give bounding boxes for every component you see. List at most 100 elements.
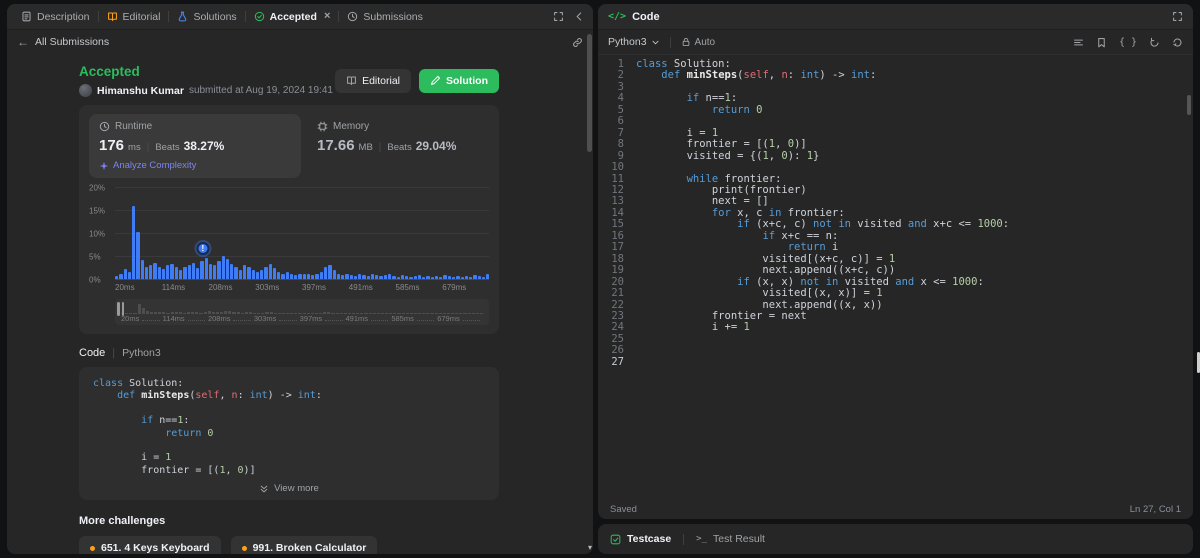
tab-divider — [168, 11, 170, 22]
editor-header: </> Code — [598, 4, 1193, 30]
analyze-label: Analyze Complexity — [113, 160, 197, 171]
code-line: if n==1: — [141, 415, 190, 427]
y-tick: 20% — [89, 183, 106, 193]
code-lang: Python3 — [122, 347, 161, 359]
code-preview-card: class Solution: def minSteps(self, n: in… — [79, 367, 499, 501]
chart-x-labels: 20ms 114ms 208ms 303ms 397ms 491ms 585ms 679ms — [115, 283, 467, 292]
left-scrollbar-thumb[interactable] — [587, 34, 592, 152]
code-line: 26 — [611, 344, 624, 357]
accepted-icon — [254, 11, 264, 22]
close-icon[interactable]: × — [324, 11, 330, 22]
memory-beats: 29.04% — [415, 139, 457, 153]
tab-label: Description — [37, 10, 90, 23]
beats-label: Beats — [155, 142, 180, 153]
avatar[interactable] — [79, 84, 92, 97]
range-slider[interactable]: 20ms 114ms 208ms 303ms 397ms 491ms 585ms 679ms — [115, 299, 489, 325]
sparkle-icon — [99, 161, 109, 170]
save-status: Saved — [610, 503, 637, 515]
code-section-header: Code | Python3 — [79, 347, 161, 359]
code-brackets-icon: </> — [608, 11, 627, 22]
tab-testcase[interactable]: Testcase — [610, 533, 671, 545]
bookmark-icon[interactable] — [1096, 37, 1107, 48]
tab-label: Submissions — [363, 10, 423, 23]
preview-code: class Solution: def minSteps(self, n: in… — [93, 378, 485, 477]
chart-plot: 0% 5% 10% 15% 20% ! — [89, 184, 490, 285]
tab-accepted[interactable]: Accepted × — [248, 11, 337, 23]
undo-icon[interactable] — [1149, 37, 1160, 48]
back-label: All Submissions — [35, 36, 110, 48]
y-tick: 0% — [89, 275, 101, 285]
cursor-position[interactable]: Ln 27, Col 1 — [1130, 504, 1181, 515]
language-selector[interactable]: Python3 — [608, 36, 660, 48]
snippets-icon[interactable]: { } — [1119, 37, 1137, 48]
status-badge: Accepted — [79, 64, 140, 79]
code-line: 5 return 0 — [617, 103, 763, 116]
code-line: return 0 — [165, 427, 214, 439]
copy-link-icon[interactable] — [572, 37, 583, 48]
editor-code[interactable]: 1 class Solution: 2 def minSteps(self, n: … — [598, 55, 1193, 499]
result-header: Accepted Himanshu Kumar submitted at Aug… — [79, 64, 499, 97]
chart-bars — [115, 188, 490, 279]
app-root: Description Editorial Solutions Accepted… — [0, 0, 1200, 558]
memory-value: 17.66 — [317, 137, 355, 154]
solutions-icon — [179, 11, 187, 22]
right-column: </> Code Python3 Auto {} 1 class Soluti… — [598, 4, 1193, 554]
result-actions: Editorial Solution — [335, 68, 499, 93]
back-arrow-icon: ← — [17, 35, 29, 49]
memory-unit: MB — [358, 142, 373, 153]
challenge-chip-991[interactable]: 991. Broken Calculator — [230, 536, 378, 554]
y-tick: 10% — [89, 229, 106, 239]
editor-statusbar: Saved Ln 27, Col 1 — [598, 499, 1193, 519]
editor-title: Code — [632, 10, 660, 23]
tab-label: Accepted — [269, 10, 317, 23]
testcase-check-icon — [610, 534, 621, 544]
submissions-icon — [348, 11, 358, 22]
code-line: 24 i += 1 — [611, 321, 750, 334]
tab-description[interactable]: Description — [15, 11, 96, 23]
tab-solutions[interactable]: Solutions — [171, 11, 242, 23]
challenge-chip-651[interactable]: 651. 4 Keys Keyboard — [79, 536, 221, 554]
reset-code-icon[interactable] — [1172, 37, 1183, 48]
view-more-label: View more — [274, 483, 319, 495]
collapse-panel-icon[interactable] — [574, 11, 585, 22]
difficulty-dot — [241, 545, 247, 551]
clock-icon — [99, 121, 110, 132]
runtime-label: Runtime — [115, 121, 153, 132]
tab-test-result[interactable]: >_ Test Result — [696, 533, 765, 545]
back-all-submissions[interactable]: ← All Submissions — [17, 35, 109, 49]
slider-handle[interactable] — [117, 302, 124, 316]
editorial-button[interactable]: Editorial — [335, 68, 411, 93]
terminal-icon: >_ — [696, 534, 708, 544]
format-code-icon[interactable] — [1073, 37, 1084, 48]
code-line: frontier = [(1, 0)] — [93, 464, 256, 476]
editor-toolbar: Python3 Auto { } — [598, 30, 1193, 55]
tab-label: Editorial — [122, 10, 161, 23]
lock-icon — [682, 37, 689, 47]
stats-card: Runtime 176 ms | Beats 38.27% Analyze Co… — [79, 105, 499, 334]
analyze-complexity-link[interactable]: Analyze Complexity — [99, 160, 291, 171]
tab-submissions[interactable]: Submissions — [341, 11, 429, 23]
beats-label: Beats — [387, 142, 412, 153]
submitted-time: submitted at Aug 19, 2024 19:41 — [188, 85, 333, 96]
runtime-unit: ms — [128, 142, 141, 153]
tab-editorial[interactable]: Editorial — [101, 11, 167, 23]
runtime-block[interactable]: Runtime 176 ms | Beats 38.27% Analyze Co… — [89, 114, 301, 178]
expand-panel-icon[interactable] — [1172, 11, 1183, 22]
runtime-marker[interactable]: ! — [196, 241, 210, 255]
console-panel: Testcase >_ Test Result — [598, 524, 1193, 554]
solution-button[interactable]: Solution — [419, 68, 499, 93]
auto-indicator[interactable]: Auto — [681, 37, 715, 48]
memory-block[interactable]: Memory 17.66 MB | Beats 29.04% — [307, 114, 489, 178]
scroll-down-arrow[interactable]: ▾ — [588, 543, 592, 552]
runtime-distribution-chart: 0% 5% 10% 15% 20% ! 20ms 114ms 208ms 303ms 3… — [89, 184, 490, 292]
chevron-down-icon — [652, 40, 659, 44]
submission-detail: Accepted Himanshu Kumar submitted at Aug… — [7, 54, 593, 554]
y-tick: 5% — [89, 252, 101, 262]
author-name[interactable]: Himanshu Kumar — [97, 85, 184, 97]
maximize-icon[interactable] — [553, 11, 564, 22]
all-submissions-bar: ← All Submissions — [7, 30, 593, 54]
view-more-link[interactable]: View more — [93, 483, 485, 494]
editor-scrollbar-thumb[interactable] — [1187, 95, 1191, 115]
